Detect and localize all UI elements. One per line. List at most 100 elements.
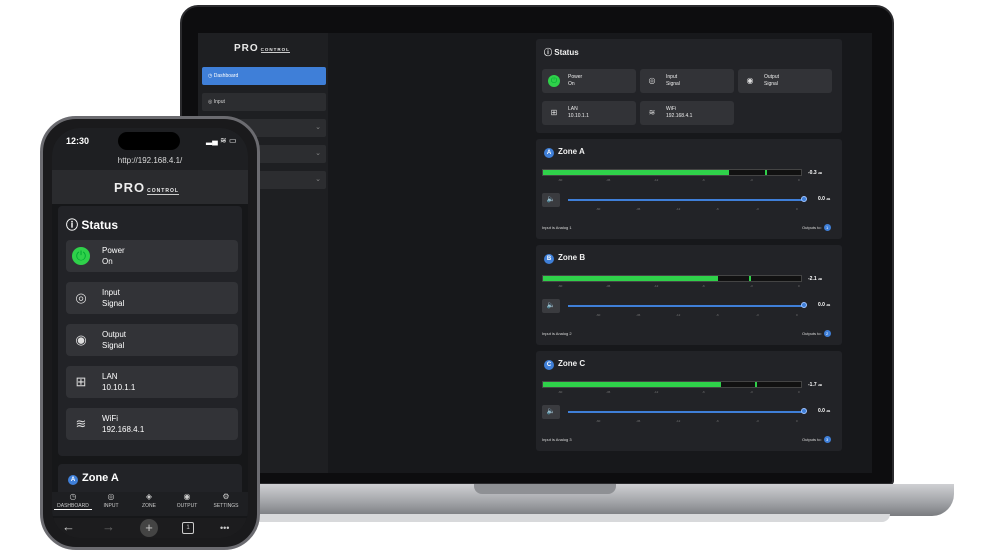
zone-outputs: Outputs to: 1: [802, 224, 831, 231]
level-meter: [542, 381, 802, 388]
status-card: ⓘ Status ⏻ Power On ◎ Input Signal ◉ Outpu…: [536, 39, 842, 133]
zone-title: B Zone B: [544, 253, 585, 264]
volume-scale-label: -3: [756, 207, 759, 211]
phone: 12:30 ▂▄ ≋ ▭ http://192.168.4.1/ PRO CONT…: [40, 116, 260, 550]
brand-logo: PRO CONTROL: [114, 180, 179, 195]
device-mockup: PRO CONTROL ◷ Dashboard ◎ Input ⌄ ⌄ ⌄ ⓘ S…: [0, 0, 984, 552]
volume-scale-label: -6: [716, 419, 719, 423]
level-db: -2.1 dB: [808, 276, 823, 282]
volume-scale-label: -12: [676, 313, 681, 317]
volume-slider[interactable]: [568, 305, 804, 307]
tab-output[interactable]: ◉ OUTPUT: [168, 492, 206, 509]
output-badge[interactable]: 1: [823, 224, 831, 231]
brand-logo: PRO CONTROL: [234, 43, 290, 54]
level-db: -0.3 dB: [808, 170, 823, 176]
status-item-power: ⏻ Power On: [66, 240, 238, 272]
forward-button[interactable]: →: [102, 519, 115, 534]
speaker-icon: 🔈: [546, 408, 556, 415]
zone-badge: A: [544, 148, 554, 158]
mute-button[interactable]: 🔈: [542, 299, 560, 313]
mute-button[interactable]: 🔈: [542, 405, 560, 419]
meter-scale-label: -12: [654, 390, 659, 394]
dynamic-island: [118, 132, 180, 150]
volume-scale-label: -6: [716, 313, 719, 317]
tab-input[interactable]: ◎ INPUT: [92, 492, 130, 509]
zone-badge: A: [68, 475, 78, 485]
sidebar-item-dashboard[interactable]: ◷ Dashboard: [202, 67, 326, 85]
output-signal-icon: ◉: [75, 332, 87, 347]
volume-scale-label: -36: [636, 313, 641, 317]
volume-db: 0.0 dB: [818, 408, 831, 414]
output-badge[interactable]: 3: [823, 436, 831, 443]
chevron-down-icon: ⌄: [315, 150, 321, 157]
chevron-down-icon: ⌄: [315, 124, 321, 131]
tab-zone[interactable]: ◈ ZONE: [130, 492, 168, 509]
zone-badge: C: [544, 360, 554, 370]
status-tile-wifi: ≋ WiFi 192.168.4.1: [640, 101, 734, 125]
sidebar-item-input[interactable]: ◎ Input: [202, 93, 326, 111]
input-signal-icon: ◎: [75, 290, 87, 305]
phone-screen: 12:30 ▂▄ ≋ ▭ http://192.168.4.1/ PRO CONT…: [52, 128, 248, 538]
level-meter: [542, 275, 802, 282]
zone-outputs: Outputs to: 3: [802, 436, 831, 443]
volume-slider[interactable]: [568, 199, 804, 201]
volume-slider-knob[interactable]: [801, 302, 807, 308]
back-button[interactable]: ←: [62, 519, 75, 534]
signal-wifi-battery-icon: ▂▄ ≋ ▭: [206, 136, 237, 145]
volume-scale-label: -60: [596, 419, 601, 423]
status-item-input: ◎ Input Signal: [66, 282, 238, 314]
status-tile-power: ⏻ Power On: [542, 69, 636, 93]
status-title: ⓘ Status: [66, 218, 119, 232]
laptop-notch: [474, 484, 616, 494]
volume-db: 0.0 dB: [818, 302, 831, 308]
laptop-foot: [190, 514, 890, 522]
status-item-lan: ⊞ LAN 10.10.1.1: [66, 366, 238, 398]
output-badge[interactable]: 2: [823, 330, 831, 337]
zone-outputs: Outputs to: 2: [802, 330, 831, 337]
meter-scale-label: -12: [654, 284, 659, 288]
meter-scale-label: -3: [750, 178, 753, 182]
status-tile-lan: ⊞ LAN 10.10.1.1: [542, 101, 636, 125]
volume-scale-label: -12: [676, 207, 681, 211]
status-tile-input: ◎ Input Signal: [640, 69, 734, 93]
mute-button[interactable]: 🔈: [542, 193, 560, 207]
meter-scale-label: -6: [702, 178, 705, 182]
tab-dashboard[interactable]: ◷ DASHBOARD: [54, 492, 92, 510]
info-icon: ⓘ: [66, 218, 82, 232]
wifi-icon: ≋: [648, 108, 656, 117]
volume-slider[interactable]: [568, 411, 804, 413]
meter-scale-label: -60: [558, 284, 563, 288]
more-button[interactable]: •••: [220, 523, 229, 533]
volume-db: 0.0 dB: [818, 196, 831, 202]
zone-title: A Zone A: [68, 472, 119, 485]
wifi-icon: ≋: [75, 416, 87, 431]
volume-slider-knob[interactable]: [801, 408, 807, 414]
new-tab-button[interactable]: +: [140, 519, 158, 537]
volume-scale-label: 0: [796, 419, 798, 423]
info-icon: ⓘ: [544, 48, 555, 57]
main-content: ⓘ Status ⏻ Power On ◎ Input Signal ◉ Outpu…: [536, 37, 842, 473]
volume-slider-knob[interactable]: [801, 196, 807, 202]
zone-card-b: B Zone B -2.1 dB -60 -36 -12 -6 -3 0 🔈 0.0 dB -60 -3…: [536, 245, 842, 345]
input-icon: ◎: [107, 492, 115, 501]
volume-scale-label: -36: [636, 419, 641, 423]
output-icon: ◉: [183, 492, 191, 501]
gear-icon: ⚙: [222, 492, 230, 501]
status-item-output: ◉ Output Signal: [66, 324, 238, 356]
meter-scale-label: -36: [606, 390, 611, 394]
zone-badge: B: [544, 254, 554, 264]
tabs-button[interactable]: 1: [182, 522, 194, 534]
volume-scale-label: 0: [796, 313, 798, 317]
meter-scale-label: -3: [750, 284, 753, 288]
meter-scale-label: -36: [606, 178, 611, 182]
tab-settings[interactable]: ⚙ SETTINGS: [207, 492, 245, 509]
meter-scale-label: -12: [654, 178, 659, 182]
address-bar[interactable]: http://192.168.4.1/: [52, 156, 248, 165]
meter-scale-label: -36: [606, 284, 611, 288]
meter-scale-label: 0: [798, 390, 800, 394]
peak-marker: [764, 170, 767, 175]
volume-scale-label: -12: [676, 419, 681, 423]
volume-scale-label: 0: [796, 207, 798, 211]
zone-card-c: C Zone C -1.7 dB -60 -36 -12 -6 -3 0 🔈 0.0 dB -60 -3…: [536, 351, 842, 451]
zone-title: A Zone A: [544, 147, 585, 158]
